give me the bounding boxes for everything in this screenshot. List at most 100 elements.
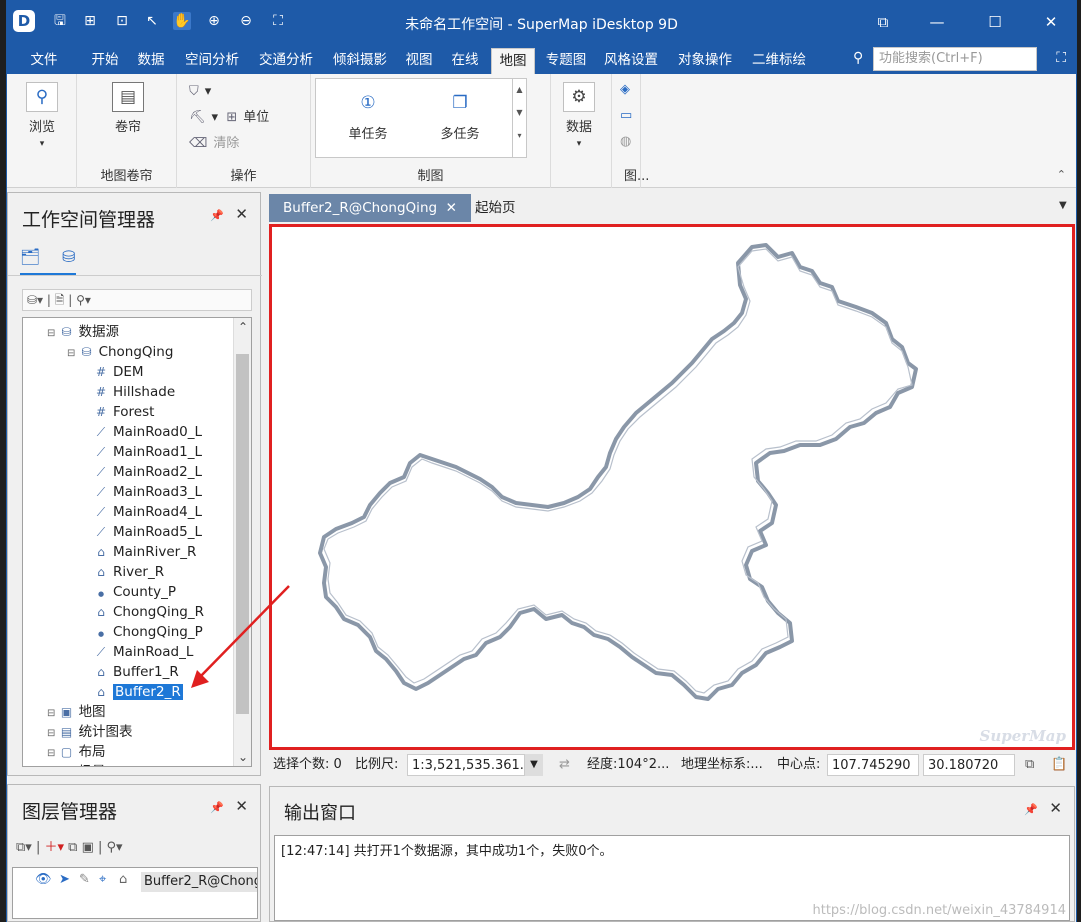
- open-datasource-icon[interactable]: ⛁▾: [27, 293, 43, 307]
- scroll-down-icon[interactable]: ⌄: [234, 750, 251, 764]
- expand-toggle-icon[interactable]: ⊟: [47, 328, 59, 339]
- expand-toggle-icon[interactable]: ⊟: [67, 348, 79, 359]
- expand-toggle-icon[interactable]: ⊟: [47, 708, 59, 719]
- tree-item[interactable]: ⊟ ▢ 布局: [47, 742, 106, 762]
- center-y-input[interactable]: 30.180720: [923, 754, 1015, 776]
- copy-coord-icon[interactable]: ⧉: [1021, 754, 1045, 776]
- paste-coord-icon[interactable]: 📋: [1047, 754, 1071, 776]
- output-window: 输出窗口 📌 ✕ [12:47:14] 共打开1个数据源，其中成功1个，失败0个…: [269, 786, 1075, 922]
- layer-pin-icon[interactable]: 📌: [210, 801, 224, 814]
- layer-snap-icon[interactable]: ⌖: [99, 872, 106, 887]
- tab-file[interactable]: 文件: [21, 48, 67, 74]
- swipe-icon: ▤: [112, 82, 144, 112]
- pin-icon[interactable]: 📌: [210, 209, 224, 222]
- layer-group-icon[interactable]: ⧉▾: [16, 840, 32, 855]
- tab-style-settings[interactable]: 风格设置: [597, 48, 665, 74]
- clear-button[interactable]: ⌫ 清除: [189, 134, 239, 154]
- datasource-icon: ⛁: [61, 325, 72, 339]
- fullscreen-icon[interactable]: ⛶: [1056, 50, 1066, 66]
- scroll-up-icon[interactable]: ⌃: [234, 320, 251, 334]
- unit-icon: ⊞: [226, 110, 238, 125]
- tab-start[interactable]: 开始: [85, 48, 125, 74]
- center-x-input[interactable]: 107.745290: [827, 754, 919, 776]
- tab-start-page[interactable]: 起始页: [461, 194, 530, 222]
- brush-tool[interactable]: ⛉ ▾: [189, 82, 211, 102]
- gallery-scroll[interactable]: ▲ ▼ ▾: [512, 79, 526, 157]
- layer-close-icon[interactable]: ✕: [235, 797, 248, 815]
- copy-layer-icon[interactable]: ⧉: [68, 840, 77, 855]
- tree-item[interactable]: ⊟ ◫场景: [47, 762, 106, 766]
- multi-task-icon: ❐: [452, 93, 468, 113]
- browse-button[interactable]: ⚲ 浏览 ▾: [21, 82, 63, 150]
- scroll-button[interactable]: ▤ 卷帘: [103, 82, 153, 135]
- tab-data[interactable]: 数据: [131, 48, 171, 74]
- tree-item[interactable]: ⟋ MainRoad4_L: [93, 502, 202, 522]
- tree-item[interactable]: ⟋ MainRoad1_L: [93, 442, 202, 462]
- tab-traffic-analysis[interactable]: 交通分析: [253, 48, 319, 74]
- scale-input[interactable]: 1:3,521,535.361...: [407, 754, 525, 776]
- tree-item[interactable]: # Hillshade: [93, 382, 175, 402]
- tree-item[interactable]: ⊟ ⛁ 数据源: [47, 322, 119, 342]
- tree-item[interactable]: ⌂ Buffer2_R: [93, 682, 183, 702]
- tab-spatial-analysis[interactable]: 空间分析: [179, 48, 245, 74]
- swap-icon[interactable]: ⇄: [555, 754, 577, 776]
- tab-thematic-map[interactable]: 专题图: [539, 48, 593, 74]
- tree-item[interactable]: ⌂ MainRiver_R: [93, 542, 196, 562]
- expand-toggle-icon[interactable]: ⊟: [47, 728, 59, 739]
- tree-item[interactable]: ⌂ River_R: [93, 562, 164, 582]
- output-close-icon[interactable]: ✕: [1049, 799, 1062, 817]
- restore-window-icon[interactable]: ⧉: [863, 8, 903, 36]
- single-task-button[interactable]: ① 单任务: [338, 89, 398, 142]
- workspace-tree-tab-icon[interactable]: 🗂: [20, 247, 40, 266]
- close-panel-icon[interactable]: ✕: [235, 205, 248, 223]
- tree-item[interactable]: ⟋ MainRoad2_L: [93, 462, 202, 482]
- database-tab-icon[interactable]: ⛁: [62, 247, 75, 266]
- layer-visible-icon[interactable]: 👁: [35, 872, 52, 887]
- minimize-icon[interactable]: —: [917, 8, 957, 36]
- tree-item[interactable]: ⟋ MainRoad5_L: [93, 522, 202, 542]
- output-pin-icon[interactable]: 📌: [1024, 803, 1038, 816]
- search-icon[interactable]: ⚲: [853, 50, 863, 66]
- tree-item[interactable]: ⊟ ⛁ ChongQing: [67, 342, 173, 362]
- close-tab-icon[interactable]: ✕: [446, 200, 457, 216]
- tree-item[interactable]: ⟋ MainRoad0_L: [93, 422, 202, 442]
- tab-map-document[interactable]: Buffer2_R@ChongQing ✕: [269, 194, 471, 222]
- expand-toggle-icon[interactable]: ⊟: [47, 748, 59, 759]
- layer-style-icon[interactable]: ▣: [82, 840, 94, 855]
- layer-item[interactable]: Buffer2_R@ChongQ: [141, 872, 257, 892]
- map-canvas[interactable]: SuperMap: [269, 224, 1075, 750]
- unit-button[interactable]: ⛏ ▾ ⊞ 单位: [189, 108, 269, 128]
- collapse-ribbon-icon[interactable]: ⌃: [1057, 168, 1066, 181]
- tab-online[interactable]: 在线: [445, 48, 485, 74]
- tab-oblique-photo[interactable]: 倾斜摄影: [327, 48, 393, 74]
- properties-icon[interactable]: 🗎: [55, 293, 65, 307]
- region-icon: ⌂: [97, 565, 105, 579]
- multi-task-button[interactable]: ❐ 多任务: [430, 89, 490, 142]
- tab-2d-plotting[interactable]: 二维标绘: [745, 48, 813, 74]
- data-button[interactable]: ⚙ 数据 ▾: [557, 82, 601, 150]
- tree-item[interactable]: ⊟ ▤ 统计图表: [47, 722, 133, 742]
- map-book-icon[interactable]: ▭: [620, 106, 632, 126]
- coord-system-label[interactable]: 地理坐标系:...: [677, 754, 771, 776]
- tree-item[interactable]: ● County_P: [93, 582, 176, 602]
- scale-dropdown-icon[interactable]: ▼: [525, 754, 543, 776]
- maximize-icon[interactable]: ☐: [975, 8, 1015, 36]
- tree-item[interactable]: ⌂ Buffer1_R: [93, 662, 179, 682]
- lock-layer-icon[interactable]: ◍: [620, 132, 631, 152]
- tree-item[interactable]: ⊟ ▣ 地图: [47, 702, 106, 722]
- tree-item[interactable]: # DEM: [93, 362, 144, 382]
- close-icon[interactable]: ✕: [1031, 8, 1071, 36]
- layer-editable-icon[interactable]: ✎: [79, 872, 90, 887]
- tab-map[interactable]: 地图: [491, 48, 535, 74]
- tree-item[interactable]: ⟋ MainRoad3_L: [93, 482, 202, 502]
- tree-item[interactable]: # Forest: [93, 402, 154, 422]
- add-layer-icon[interactable]: ＋▾: [44, 840, 64, 855]
- tab-list-icon[interactable]: ▼: [1059, 200, 1067, 211]
- layer-selectable-icon[interactable]: ➤: [59, 872, 70, 887]
- tab-view[interactable]: 视图: [399, 48, 439, 74]
- tab-object-operation[interactable]: 对象操作: [671, 48, 739, 74]
- layer-find-icon[interactable]: ⚲▾: [107, 840, 123, 855]
- search-input[interactable]: 功能搜索(Ctrl+F): [873, 47, 1037, 71]
- find-icon[interactable]: ⚲▾: [76, 293, 91, 307]
- layers-icon[interactable]: ◈: [620, 80, 630, 100]
